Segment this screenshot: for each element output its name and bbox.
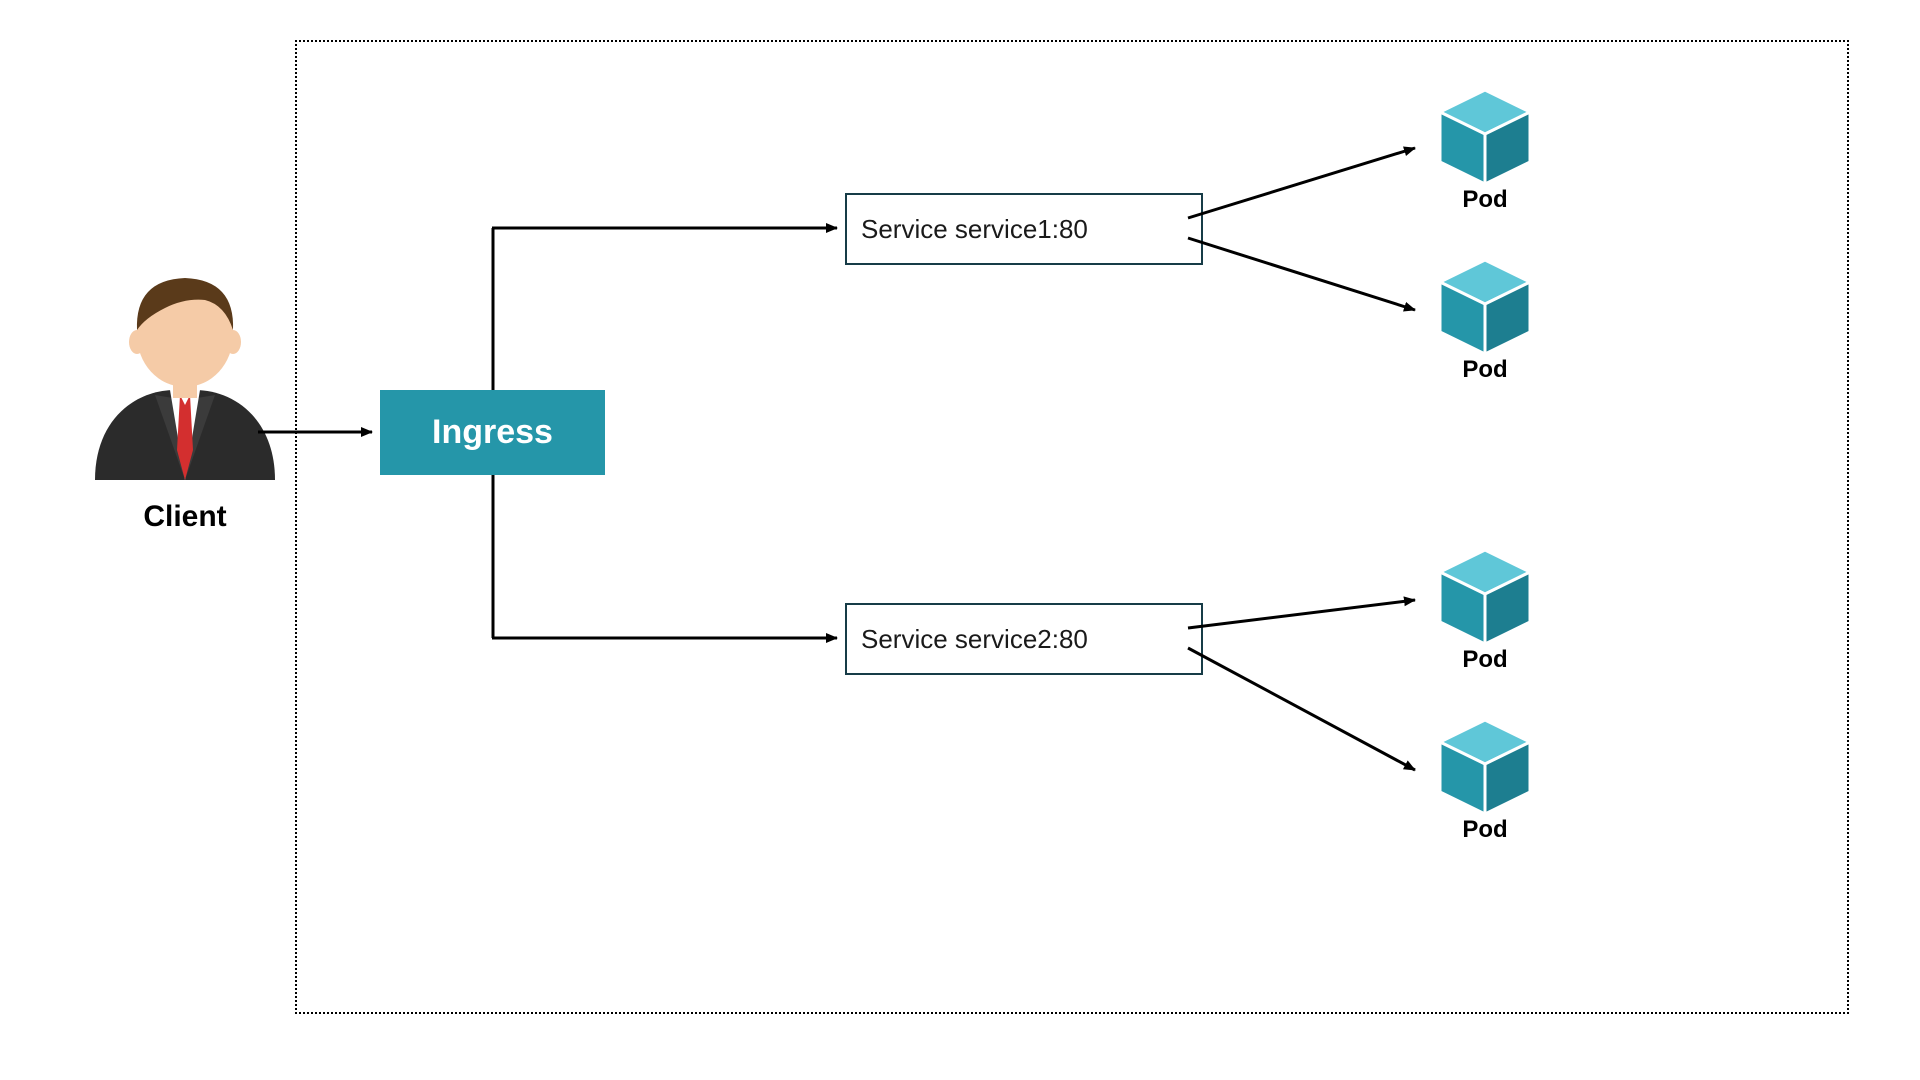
pod-label-4: Pod: [1440, 816, 1530, 844]
pod-label-3: Pod: [1440, 646, 1530, 674]
client-label: Client: [120, 500, 250, 534]
service-box-2: Service service2:80: [845, 603, 1203, 675]
service-box-1: Service service1:80: [845, 193, 1203, 265]
service-1-label: Service service1:80: [861, 214, 1088, 245]
service-2-label: Service service2:80: [861, 624, 1088, 655]
ingress-box: Ingress: [380, 390, 605, 475]
pod-label-2: Pod: [1440, 356, 1530, 384]
pod-label-1: Pod: [1440, 186, 1530, 214]
ingress-label: Ingress: [432, 413, 553, 452]
cluster-boundary: [295, 40, 1849, 1014]
diagram-canvas: Client Ingress Service service1:80 Servi…: [0, 0, 1920, 1080]
